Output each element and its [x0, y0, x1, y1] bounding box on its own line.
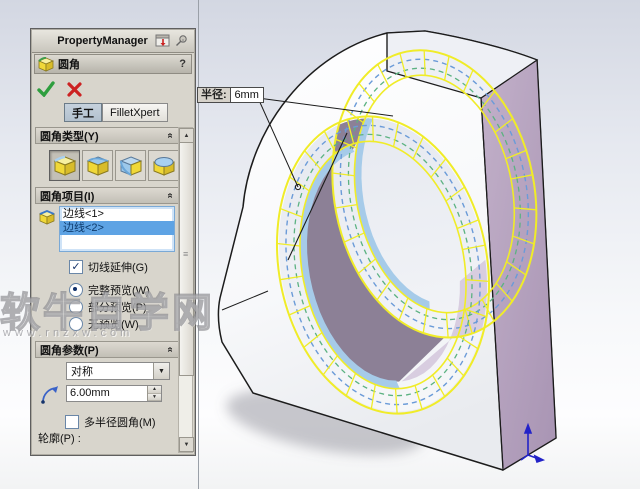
collapse-chevron-icon: « [164, 192, 176, 199]
radius-callout-label: 半径: [197, 87, 231, 103]
feature-title: 圆角 [58, 59, 80, 71]
spinner-down-button[interactable]: ▼ [148, 393, 161, 401]
radius-value[interactable]: 6.00mm [67, 386, 147, 401]
collapse-chevron-icon: « [164, 132, 176, 139]
fillet-type-group-title: 圆角类型(Y) [40, 130, 99, 143]
full-preview-radio[interactable]: 完整预览(W) [69, 282, 150, 298]
profile-type-value: 对称 [71, 366, 93, 378]
items-group-header[interactable]: 圆角项目(I) « [35, 187, 179, 204]
help-button[interactable]: ? [179, 58, 186, 70]
scroll-down-button[interactable]: ▼ [179, 437, 194, 452]
spinner-up-button[interactable]: ▲ [148, 386, 161, 394]
panel-title-bar: PropertyManager [32, 30, 194, 53]
radius-icon [41, 386, 58, 404]
edge-list-item[interactable]: 边线<1> [60, 207, 174, 221]
multiple-radius-checkbox[interactable]: 多半径圆角(M) [65, 414, 156, 430]
edge-item-label: 边线<2> [63, 222, 104, 234]
radio-icon [69, 300, 83, 314]
edge-selection-icon [39, 210, 56, 225]
multiple-radius-label: 多半径圆角(M) [84, 417, 156, 429]
checkbox-checked-icon: ✓ [69, 260, 83, 274]
tab-filletxpert[interactable]: FilletXpert [102, 103, 168, 122]
panel-title: PropertyManager [57, 35, 148, 47]
profile-type-dropdown[interactable]: 对称 ▼ [66, 362, 170, 380]
edge-item-label: 边线<1> [63, 208, 104, 220]
parameters-group-header[interactable]: 圆角参数(P) « [35, 341, 179, 358]
face-fillet-button[interactable] [115, 150, 146, 181]
full-round-fillet-button[interactable] [148, 150, 179, 181]
radio-selected-icon [69, 283, 83, 297]
parameters-group-title: 圆角参数(P) [40, 344, 99, 357]
tangent-propagation-checkbox[interactable]: ✓ 切线延伸(G) [69, 259, 148, 275]
cancel-button[interactable] [67, 81, 82, 97]
auto-show-icon[interactable] [155, 34, 171, 48]
viewport-canvas[interactable] [200, 0, 640, 489]
edge-list-item[interactable]: 边线<2> [60, 221, 174, 235]
ok-button[interactable] [37, 81, 55, 97]
partial-preview-label: 部分预览(P) [88, 302, 147, 314]
radio-icon [69, 317, 83, 331]
fillet-type-group-header[interactable]: 圆角类型(Y) « [35, 127, 179, 144]
partial-preview-radio[interactable]: 部分预览(P) [69, 299, 147, 315]
edge-list[interactable]: 边线<1> 边线<2> [59, 206, 175, 252]
tab-filletxpert-label: FilletXpert [110, 106, 160, 119]
chevron-down-icon[interactable]: ▼ [153, 363, 169, 379]
checkbox-icon [65, 415, 79, 429]
full-preview-label: 完整预览(W) [88, 285, 150, 297]
tab-manual[interactable]: 手工 [64, 103, 102, 122]
no-preview-radio[interactable]: 无预览(W) [69, 316, 139, 332]
feature-header: 圆角 ? [34, 54, 192, 74]
panel-scrollbar[interactable]: ▲ ▼ [178, 127, 194, 453]
full-round-fillet-icon [153, 156, 174, 176]
variable-size-fillet-icon [86, 155, 109, 176]
radius-spinner[interactable]: 6.00mm ▲ ▼ [66, 385, 162, 402]
fillet-type-group: 圆角类型(Y) « [35, 127, 179, 185]
fillet-feature-icon [38, 56, 54, 72]
mode-tabs: 手工 FilletXpert [64, 103, 168, 122]
no-preview-label: 无预览(W) [88, 319, 139, 331]
scroll-up-button[interactable]: ▲ [179, 128, 194, 143]
profile-label: 轮廓(P) : [38, 433, 81, 445]
viewport-divider [198, 0, 199, 489]
constant-size-fillet-button[interactable] [49, 150, 80, 181]
variable-size-fillet-button[interactable] [82, 150, 113, 181]
pushpin-icon[interactable] [174, 34, 188, 48]
radius-callout-value[interactable]: 6mm [230, 87, 264, 103]
tab-manual-label: 手工 [72, 107, 94, 120]
face-fillet-icon [119, 155, 142, 176]
items-group: 圆角项目(I) « 边线<1> 边线<2> ✓ 切线延伸(G) 完整预览(W) [35, 187, 179, 334]
constant-size-fillet-icon [53, 155, 76, 176]
items-group-title: 圆角项目(I) [40, 190, 95, 203]
scrollbar-thumb[interactable] [179, 142, 194, 376]
property-manager-panel: PropertyManager 圆角 ? 手工 FilletXpert 圆角类型… [30, 28, 196, 456]
radius-callout[interactable]: 半径: 6mm [197, 87, 264, 103]
app-window: { "window": { "title": "PropertyManager"… [0, 0, 640, 489]
collapse-chevron-icon: « [164, 346, 176, 353]
parameters-group: 圆角参数(P) « 对称 ▼ 6.00mm ▲ ▼ 多半径圆角(M) 轮廓(P)… [35, 341, 179, 454]
tangent-propagation-label: 切线延伸(G) [88, 262, 148, 274]
